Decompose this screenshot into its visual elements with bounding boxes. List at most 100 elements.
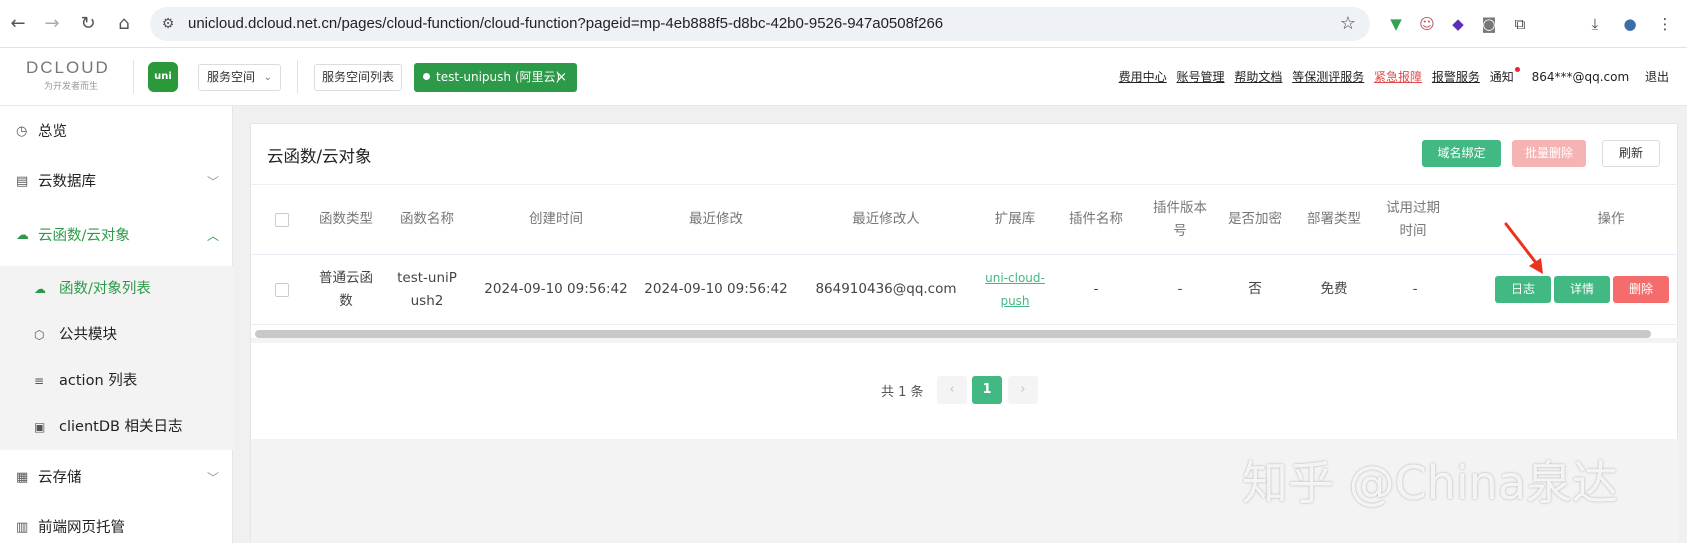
row-checkbox[interactable] bbox=[275, 282, 289, 297]
space-select[interactable]: 服务空间 ⌄ bbox=[198, 64, 281, 91]
space-list-button[interactable]: 服务空间列表 bbox=[314, 64, 402, 91]
link-security-service[interactable]: 等保测评服务 bbox=[1292, 70, 1364, 84]
app-header: DCLOUD 为开发者而生 uni 服务空间 ⌄ 服务空间列表 test-uni… bbox=[0, 48, 1687, 106]
back-icon[interactable]: ← bbox=[6, 12, 30, 36]
cell-plugin-name: - bbox=[1093, 281, 1099, 297]
header-modified: 最近修改 bbox=[689, 211, 743, 227]
star-icon[interactable]: ☆ bbox=[1340, 13, 1356, 34]
header-plugin-name: 插件名称 bbox=[1069, 211, 1123, 227]
link-help-docs[interactable]: 帮助文档 bbox=[1234, 70, 1282, 84]
chevron-down-icon: ﹀ bbox=[206, 175, 219, 189]
reload-icon[interactable]: ↻ bbox=[76, 12, 100, 36]
cell-encrypted: 否 bbox=[1248, 281, 1262, 297]
select-all-cell bbox=[267, 185, 297, 254]
row-select-cell bbox=[267, 255, 297, 324]
cell-modifier: 864910436@qq.com bbox=[815, 281, 957, 297]
delete-button[interactable]: 删除 bbox=[1613, 276, 1669, 303]
cell-ext-lib: uni-cloud-push bbox=[985, 255, 1045, 324]
sidebar-sub-function-list[interactable]: ☁ 函数/对象列表 bbox=[0, 266, 233, 312]
page-current[interactable]: 1 bbox=[972, 376, 1002, 404]
table-bottom-band bbox=[251, 338, 1679, 343]
storage-icon: ▦ bbox=[16, 470, 29, 485]
close-icon[interactable]: × bbox=[556, 63, 567, 92]
log-button[interactable]: 日志 bbox=[1495, 276, 1551, 303]
sidebar-item-overview[interactable]: ◷ 总览 bbox=[0, 108, 233, 156]
sidebar-item-cloud-function[interactable]: ☁ 云函数/云对象 ︿ bbox=[0, 212, 233, 260]
address-bar[interactable]: ⚙ unicloud.dcloud.net.cn/pages/cloud-fun… bbox=[150, 7, 1370, 41]
top-links: 费用中心 账号管理 帮助文档 等保测评服务 紧急报障 报警服务 通知 864**… bbox=[1113, 68, 1669, 85]
cloud-icon: ☁ bbox=[34, 282, 46, 296]
status-dot bbox=[423, 73, 430, 80]
select-all-checkbox[interactable] bbox=[275, 212, 289, 227]
database-icon: ▤ bbox=[16, 174, 29, 189]
cell-plugin-version: - bbox=[1177, 281, 1183, 297]
menu-icon[interactable]: ⋮ bbox=[1654, 13, 1676, 35]
vue-devtools-icon[interactable]: ▼ bbox=[1385, 13, 1407, 35]
list-icon: ≡ bbox=[34, 374, 45, 388]
url-text[interactable]: unicloud.dcloud.net.cn/pages/cloud-funct… bbox=[188, 15, 943, 32]
table-row: 普通云函数 test-uniPush2 2024-09-10 09:56:42 … bbox=[251, 255, 1679, 325]
sidebar-item-database[interactable]: ▤ 云数据库 ﹀ bbox=[0, 158, 233, 206]
batch-delete-button[interactable]: 批量删除 bbox=[1512, 140, 1586, 167]
prev-page-icon[interactable]: ‹ bbox=[937, 376, 967, 404]
user-email[interactable]: 864***@qq.com bbox=[1532, 70, 1630, 84]
home-icon[interactable]: ⌂ bbox=[112, 12, 136, 36]
horizontal-scrollbar[interactable] bbox=[255, 330, 1651, 338]
extension-face-icon[interactable]: ☺ bbox=[1416, 13, 1438, 35]
header-plugin-version: 插件版本号 bbox=[1153, 199, 1207, 239]
chevron-up-icon: ︿ bbox=[206, 229, 219, 243]
link-account[interactable]: 账号管理 bbox=[1177, 70, 1225, 84]
pie-chart-icon: ◷ bbox=[16, 124, 28, 139]
sidebar-sub-clientdb-log[interactable]: ▣ clientDB 相关日志 bbox=[0, 404, 233, 450]
extension-diamond-icon[interactable]: ◆ bbox=[1447, 13, 1469, 35]
cell-trial-expire: - bbox=[1412, 281, 1418, 297]
active-space-tab[interactable]: test-unipush (阿里云) × bbox=[414, 63, 577, 92]
link-alarm-service[interactable]: 报警服务 bbox=[1432, 70, 1480, 84]
annotation-arrow-icon bbox=[1504, 222, 1543, 274]
download-icon[interactable]: ⤓ bbox=[1584, 13, 1606, 35]
sidebar-sub-common-module[interactable]: ⬡ 公共模块 bbox=[0, 312, 233, 358]
pagination-total: 共 1 条 bbox=[881, 385, 924, 400]
hosting-icon: ▥ bbox=[16, 520, 29, 535]
sidebar-sub-action-list[interactable]: ≡ action 列表 bbox=[0, 358, 233, 404]
cloud-icon: ☁ bbox=[16, 228, 29, 243]
dcloud-logo[interactable]: DCLOUD 为开发者而生 bbox=[26, 58, 122, 94]
camera-icon[interactable]: ◙ bbox=[1478, 13, 1500, 35]
sidebar-item-hosting[interactable]: ▥ 前端网页托管 bbox=[0, 504, 233, 543]
link-emergency-report[interactable]: 紧急报障 bbox=[1374, 70, 1422, 84]
cell-created: 2024-09-10 09:56:42 bbox=[484, 281, 628, 297]
profile-icon[interactable]: ● bbox=[1619, 13, 1641, 35]
header-modifier: 最近修改人 bbox=[852, 211, 920, 227]
browser-toolbar: ← → ↻ ⌂ ⚙ unicloud.dcloud.net.cn/pages/c… bbox=[0, 0, 1687, 48]
next-page-icon[interactable]: › bbox=[1008, 376, 1038, 404]
header-name: 函数名称 bbox=[400, 211, 454, 227]
sidebar-item-storage[interactable]: ▦ 云存储 ﹀ bbox=[0, 454, 233, 502]
ext-lib-link[interactable]: uni-cloud-push bbox=[985, 267, 1045, 313]
cell-deploy-type: 免费 bbox=[1320, 281, 1348, 297]
detail-button[interactable]: 详情 bbox=[1554, 276, 1610, 303]
logout-link[interactable]: 退出 bbox=[1645, 70, 1669, 84]
cell-modified: 2024-09-10 09:56:42 bbox=[644, 281, 788, 297]
header-ext-lib: 扩展库 bbox=[994, 211, 1036, 227]
refresh-button[interactable]: 刷新 bbox=[1602, 140, 1660, 167]
header-trial-expire: 试用过期时间 bbox=[1386, 199, 1440, 239]
header-type: 函数类型 bbox=[319, 211, 373, 227]
site-info-icon[interactable]: ⚙ bbox=[158, 14, 178, 34]
header-created: 创建时间 bbox=[529, 211, 583, 227]
cell-name: test-uniPush2 bbox=[397, 269, 457, 309]
domain-bind-button[interactable]: 域名绑定 bbox=[1422, 140, 1501, 167]
divider bbox=[297, 60, 298, 94]
unicloud-logo[interactable]: uni bbox=[148, 62, 178, 92]
watermark: 知乎 @China泉达 bbox=[1242, 456, 1619, 510]
link-notice[interactable]: 通知 bbox=[1490, 70, 1514, 84]
log-icon: ▣ bbox=[34, 420, 46, 434]
cube-icon: ⬡ bbox=[34, 328, 45, 342]
forward-icon[interactable]: → bbox=[40, 12, 64, 36]
sidebar: ◷ 总览 ▤ 云数据库 ﹀ ☁ 云函数/云对象 ︿ ☁ 函数/对象列表 ⬡ 公共… bbox=[0, 106, 233, 543]
chevron-down-icon: ﹀ bbox=[206, 471, 219, 485]
header-encrypted: 是否加密 bbox=[1228, 211, 1282, 227]
page-title: 云函数/云对象 bbox=[267, 147, 372, 166]
link-fee-center[interactable]: 费用中心 bbox=[1119, 70, 1167, 84]
divider bbox=[133, 60, 134, 94]
extensions-icon[interactable]: ⧉ bbox=[1509, 13, 1531, 35]
